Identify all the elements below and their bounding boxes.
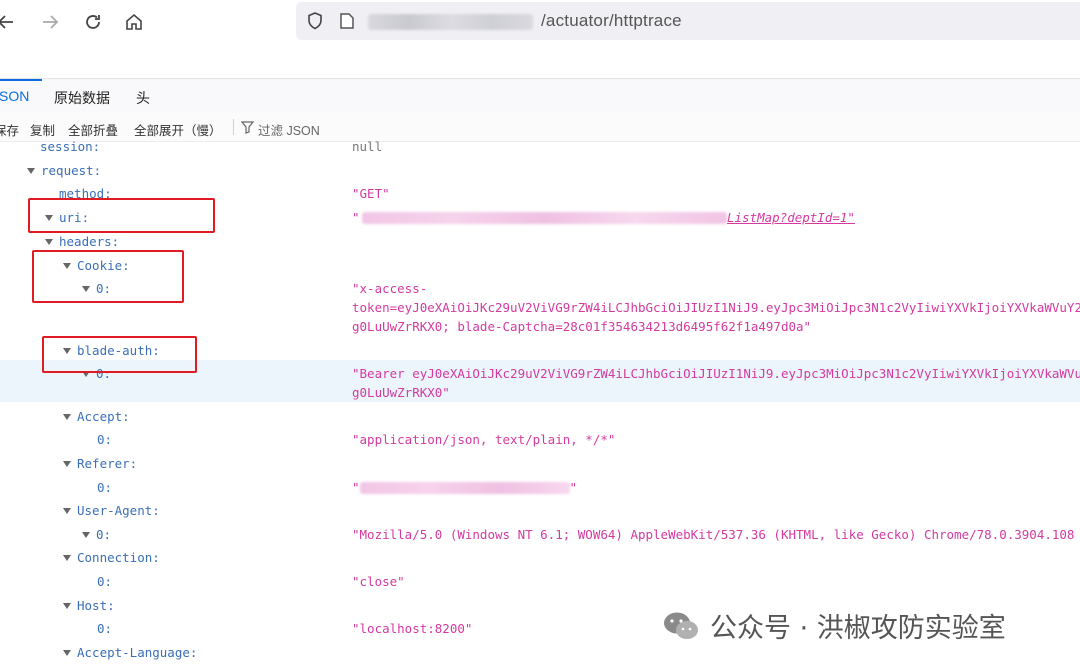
- back-button[interactable]: [0, 8, 20, 36]
- collapse-all-button[interactable]: 全部折叠: [68, 120, 118, 139]
- page-icon: [340, 13, 354, 29]
- filter-icon: [241, 121, 254, 134]
- watermark-text: 公众号 · 洪椒攻防实验室: [710, 613, 1006, 644]
- browser-toolbar: /actuator/httptrace: [0, 0, 1080, 44]
- annotation-box-blade-auth: [42, 336, 197, 373]
- expand-toggle-icon[interactable]: [63, 554, 71, 561]
- tab-json[interactable]: JSON: [0, 88, 29, 104]
- arrow-left-icon: [0, 15, 13, 29]
- redacted-uri: [362, 212, 727, 224]
- tab-raw-data[interactable]: 原始数据: [54, 88, 110, 108]
- expand-toggle-icon[interactable]: [27, 167, 35, 174]
- shield-icon: [308, 12, 322, 30]
- expand-toggle-icon[interactable]: [63, 602, 71, 609]
- expand-all-button[interactable]: 全部展开（慢）: [134, 120, 222, 139]
- annotation-box-cookie: [32, 250, 184, 303]
- tab-headers[interactable]: 头: [136, 88, 150, 108]
- home-button[interactable]: [120, 8, 148, 36]
- redacted-referer: [359, 482, 570, 494]
- expand-toggle-icon[interactable]: [63, 507, 71, 514]
- expand-toggle-icon[interactable]: [82, 531, 90, 538]
- address-bar[interactable]: [296, 2, 1080, 40]
- forward-button[interactable]: [36, 8, 64, 36]
- annotation-box-uri: [28, 198, 215, 233]
- expand-toggle-icon[interactable]: [63, 413, 71, 420]
- save-button[interactable]: 保存: [0, 120, 19, 139]
- arrow-right-icon: [43, 15, 59, 29]
- expand-toggle-icon[interactable]: [45, 238, 53, 245]
- active-tab-indicator: [0, 79, 42, 81]
- toolbar-divider: [233, 119, 234, 135]
- redacted-host: [368, 14, 533, 30]
- reload-button[interactable]: [79, 8, 107, 36]
- url-text[interactable]: /actuator/httptrace: [541, 11, 682, 31]
- reload-icon: [86, 15, 100, 29]
- watermark: 公众号 · 洪椒攻防实验室: [662, 606, 1006, 645]
- filter-json-input[interactable]: 过滤 JSON: [258, 120, 320, 139]
- json-toolbar: 保存 复制 全部折叠 全部展开（慢） 过滤 JSON: [0, 113, 1080, 142]
- expand-toggle-icon[interactable]: [63, 460, 71, 467]
- viewer-tabs: JSON 原始数据 头: [0, 78, 1080, 114]
- copy-button[interactable]: 复制: [30, 120, 55, 139]
- expand-toggle-icon[interactable]: [63, 649, 71, 656]
- wechat-icon: [664, 612, 698, 639]
- home-icon: [126, 13, 142, 30]
